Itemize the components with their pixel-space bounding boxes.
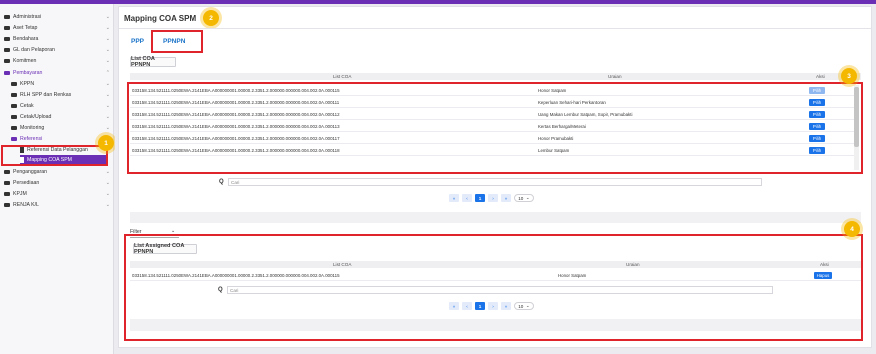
sidebar-item-kppn[interactable]: KPPN ⌄ <box>11 79 114 89</box>
sidebar-item-label: Penganggaran <box>13 169 48 175</box>
sidebar-item-label: Pembayaran <box>13 70 43 76</box>
table-footer <box>130 212 861 223</box>
step-badge-4: 4 <box>844 221 860 237</box>
highlight-box-3 <box>127 82 863 174</box>
sidebar-item-penganggaran[interactable]: Penganggaran ⌄ <box>4 167 114 177</box>
sidebar-item-label: RENJA K/L <box>13 202 39 208</box>
sidebar-item-renja[interactable]: RENJA K/L ⌄ <box>4 200 114 210</box>
title-divider <box>119 28 871 29</box>
top-search-input[interactable]: Cari <box>228 178 762 186</box>
sidebar-item-label: Komitmen <box>13 58 37 64</box>
folder-icon <box>4 192 10 196</box>
step-badge-1: 1 <box>98 135 114 151</box>
sidebar-item-label: Bendahara <box>13 36 39 42</box>
sidebar-item-bendahara[interactable]: Bendahara ⌄ <box>4 34 114 44</box>
sidebar-item-label: Cetak <box>20 103 34 109</box>
top-pagination: « ‹ 1 › » 10 ⌄ <box>449 194 534 202</box>
folder-icon <box>4 26 10 30</box>
chevron-down-icon: ⌄ <box>105 180 110 186</box>
folder-open-icon <box>11 137 17 141</box>
last-page-button[interactable]: » <box>501 194 511 202</box>
tab-ppp[interactable]: PPP <box>131 38 144 45</box>
sidebar: Administrasi ⌄ Aset Tetap ⌄ Bendahara ⌄ GL … <box>0 4 114 354</box>
folder-icon <box>4 48 10 52</box>
folder-icon <box>4 181 10 185</box>
sidebar-item-label: Aset Tetap <box>13 25 38 31</box>
chevron-down-icon: ⌄ <box>105 47 110 53</box>
per-page-select[interactable]: 10 ⌄ <box>514 194 534 202</box>
chevron-down-icon: ⌄ <box>105 103 110 109</box>
chevron-down-icon: ⌄ <box>105 92 110 98</box>
sidebar-item-label: RLH SPP dan Renkas <box>20 92 72 98</box>
step-badge-2: 2 <box>203 10 219 26</box>
sidebar-item-label: KPPN <box>20 81 35 87</box>
column-header-aksi: Aksi <box>816 74 825 79</box>
step-badge-3: 3 <box>841 68 857 84</box>
sidebar-item-aset-tetap[interactable]: Aset Tetap ⌄ <box>4 23 114 33</box>
chevron-down-icon: ⌄ <box>105 202 110 208</box>
list-coa-ppnpn-button[interactable]: List COA PPNPN <box>130 56 176 68</box>
column-header-uraian: Uraian <box>608 74 622 79</box>
top-table-header: List COA Uraian Aksi <box>130 73 861 80</box>
sidebar-item-rlh-spp[interactable]: RLH SPP dan Renkas ⌄ <box>11 90 114 100</box>
main-content: Mapping COA SPM 2 PPP PPNPN List COA PPN… <box>115 4 876 354</box>
folder-icon <box>4 59 10 63</box>
next-page-button[interactable]: › <box>488 194 498 202</box>
sidebar-item-label: Referensi <box>20 136 43 142</box>
highlight-box-1 <box>1 145 108 166</box>
sidebar-item-monitoring[interactable]: Monitoring ⌄ <box>11 123 114 133</box>
chevron-down-icon: ⌄ <box>105 191 110 197</box>
folder-icon <box>11 115 17 119</box>
chevron-down-icon: ⌄ <box>105 25 110 31</box>
sidebar-item-label: Cetak/Upload <box>20 114 52 120</box>
chevron-down-icon: ⌄ <box>105 14 110 20</box>
folder-icon <box>4 170 10 174</box>
chevron-down-icon: ⌄ <box>105 125 110 131</box>
page-title: Mapping COA SPM <box>124 14 197 23</box>
first-page-button[interactable]: « <box>449 194 459 202</box>
sidebar-item-pembayaran[interactable]: Pembayaran ⌃ <box>4 68 114 78</box>
highlight-box-2 <box>151 30 203 53</box>
sidebar-item-administrasi[interactable]: Administrasi ⌄ <box>4 12 114 22</box>
folder-icon <box>11 93 17 97</box>
folder-icon <box>11 104 17 108</box>
chevron-down-icon: ⌄ <box>525 195 530 200</box>
highlight-box-4 <box>124 234 863 341</box>
page-number-button[interactable]: 1 <box>475 194 485 202</box>
folder-icon <box>4 37 10 41</box>
sidebar-item-cetak[interactable]: Cetak ⌄ <box>11 101 114 111</box>
sidebar-item-cetak-upload[interactable]: Cetak/Upload ⌄ <box>11 112 114 122</box>
sidebar-item-label: GL dan Pelaporan <box>13 47 55 53</box>
folder-open-icon <box>4 71 10 75</box>
folder-icon <box>4 203 10 207</box>
sidebar-item-label: Monitoring <box>20 125 45 131</box>
sidebar-item-kpjm[interactable]: KPJM ⌄ <box>4 189 114 199</box>
content-panel: Mapping COA SPM 2 PPP PPNPN List COA PPN… <box>118 6 872 348</box>
sidebar-item-label: Administrasi <box>13 14 42 20</box>
chevron-down-icon: ⌄ <box>105 81 110 87</box>
sidebar-item-gl-pelaporan[interactable]: GL dan Pelaporan ⌄ <box>4 45 114 55</box>
top-search: Q <box>219 178 228 186</box>
per-page-value: 10 <box>518 195 524 201</box>
folder-icon <box>11 126 17 130</box>
sidebar-item-label: KPJM <box>13 191 27 197</box>
prev-page-button[interactable]: ‹ <box>462 194 472 202</box>
sidebar-item-label: Persediaan <box>13 180 40 186</box>
chevron-down-icon: ⌄ <box>105 114 110 120</box>
folder-icon <box>4 15 10 19</box>
chevron-down-icon: ⌄ <box>105 58 110 64</box>
column-header-list-coa: List COA <box>333 74 352 79</box>
folder-icon <box>11 82 17 86</box>
chevron-down-icon: ⌄ <box>105 36 110 42</box>
sidebar-item-persediaan[interactable]: Persediaan ⌄ <box>4 178 114 188</box>
chevron-down-icon: ⌄ <box>105 169 110 175</box>
search-icon: Q <box>219 179 224 185</box>
sidebar-item-komitmen[interactable]: Komitmen ⌄ <box>4 56 114 66</box>
chevron-up-icon: ⌃ <box>105 70 110 76</box>
